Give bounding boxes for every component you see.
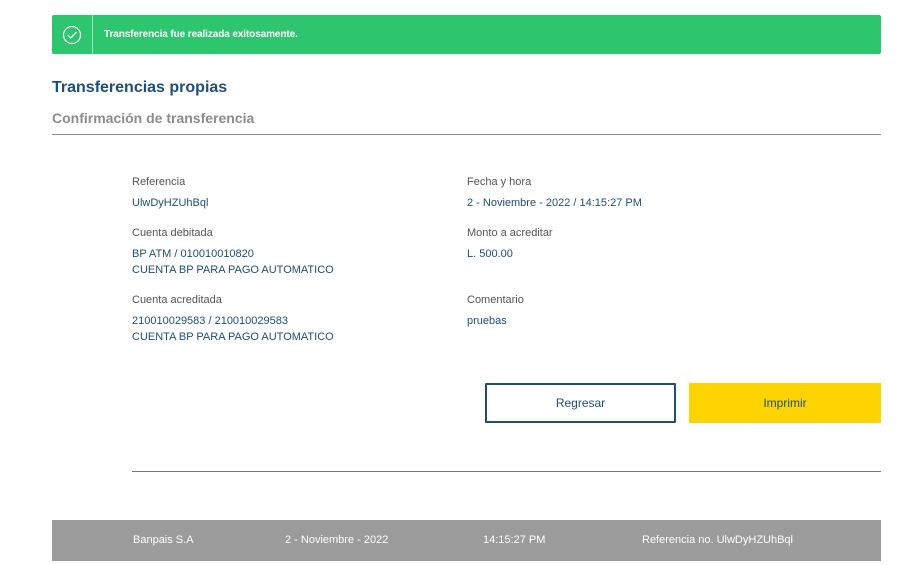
credited-account-name: CUENTA BP PARA PAGO AUTOMATICO xyxy=(132,331,334,343)
datetime-label: Fecha y hora xyxy=(467,176,532,188)
footer-time: 14:15:27 PM xyxy=(483,534,546,546)
title-divider xyxy=(52,134,881,135)
print-button[interactable]: Imprimir xyxy=(689,383,881,423)
debited-account-name: CUENTA BP PARA PAGO AUTOMATICO xyxy=(132,264,334,276)
debited-account-number: BP ATM / 010010010820 xyxy=(132,248,254,260)
back-button[interactable]: Regresar xyxy=(485,383,676,423)
amount-value: L. 500.00 xyxy=(467,248,513,260)
comment-label: Comentario xyxy=(467,294,524,306)
bottom-divider xyxy=(132,471,881,472)
alert-message: Transferencia fue realizada exitosamente… xyxy=(104,29,298,40)
success-alert: Transferencia fue realizada exitosamente… xyxy=(52,15,881,54)
alert-icon-container xyxy=(52,15,93,54)
debited-account-label: Cuenta debitada xyxy=(132,227,213,239)
check-circle-icon xyxy=(62,25,82,44)
footer-date: 2 - Noviembre - 2022 xyxy=(285,534,389,546)
reference-value: UlwDyHZUhBql xyxy=(132,197,209,209)
receipt-footer: Banpais S.A 2 - Noviembre - 2022 14:15:2… xyxy=(52,520,881,561)
footer-reference: Referencia no. UlwDyHZUhBql xyxy=(642,534,793,546)
reference-label: Referencia xyxy=(132,176,186,188)
footer-company: Banpais S.A xyxy=(133,534,194,546)
page-title: Transferencias propias xyxy=(52,79,228,96)
amount-label: Monto a acreditar xyxy=(467,227,553,239)
page-subtitle: Confirmación de transferencia xyxy=(52,110,255,126)
credited-account-number: 210010029583 / 210010029583 xyxy=(132,315,288,327)
comment-value: pruebas xyxy=(467,315,507,327)
datetime-value: 2 - Noviembre - 2022 / 14:15:27 PM xyxy=(467,197,642,209)
credited-account-label: Cuenta acreditada xyxy=(132,294,222,306)
